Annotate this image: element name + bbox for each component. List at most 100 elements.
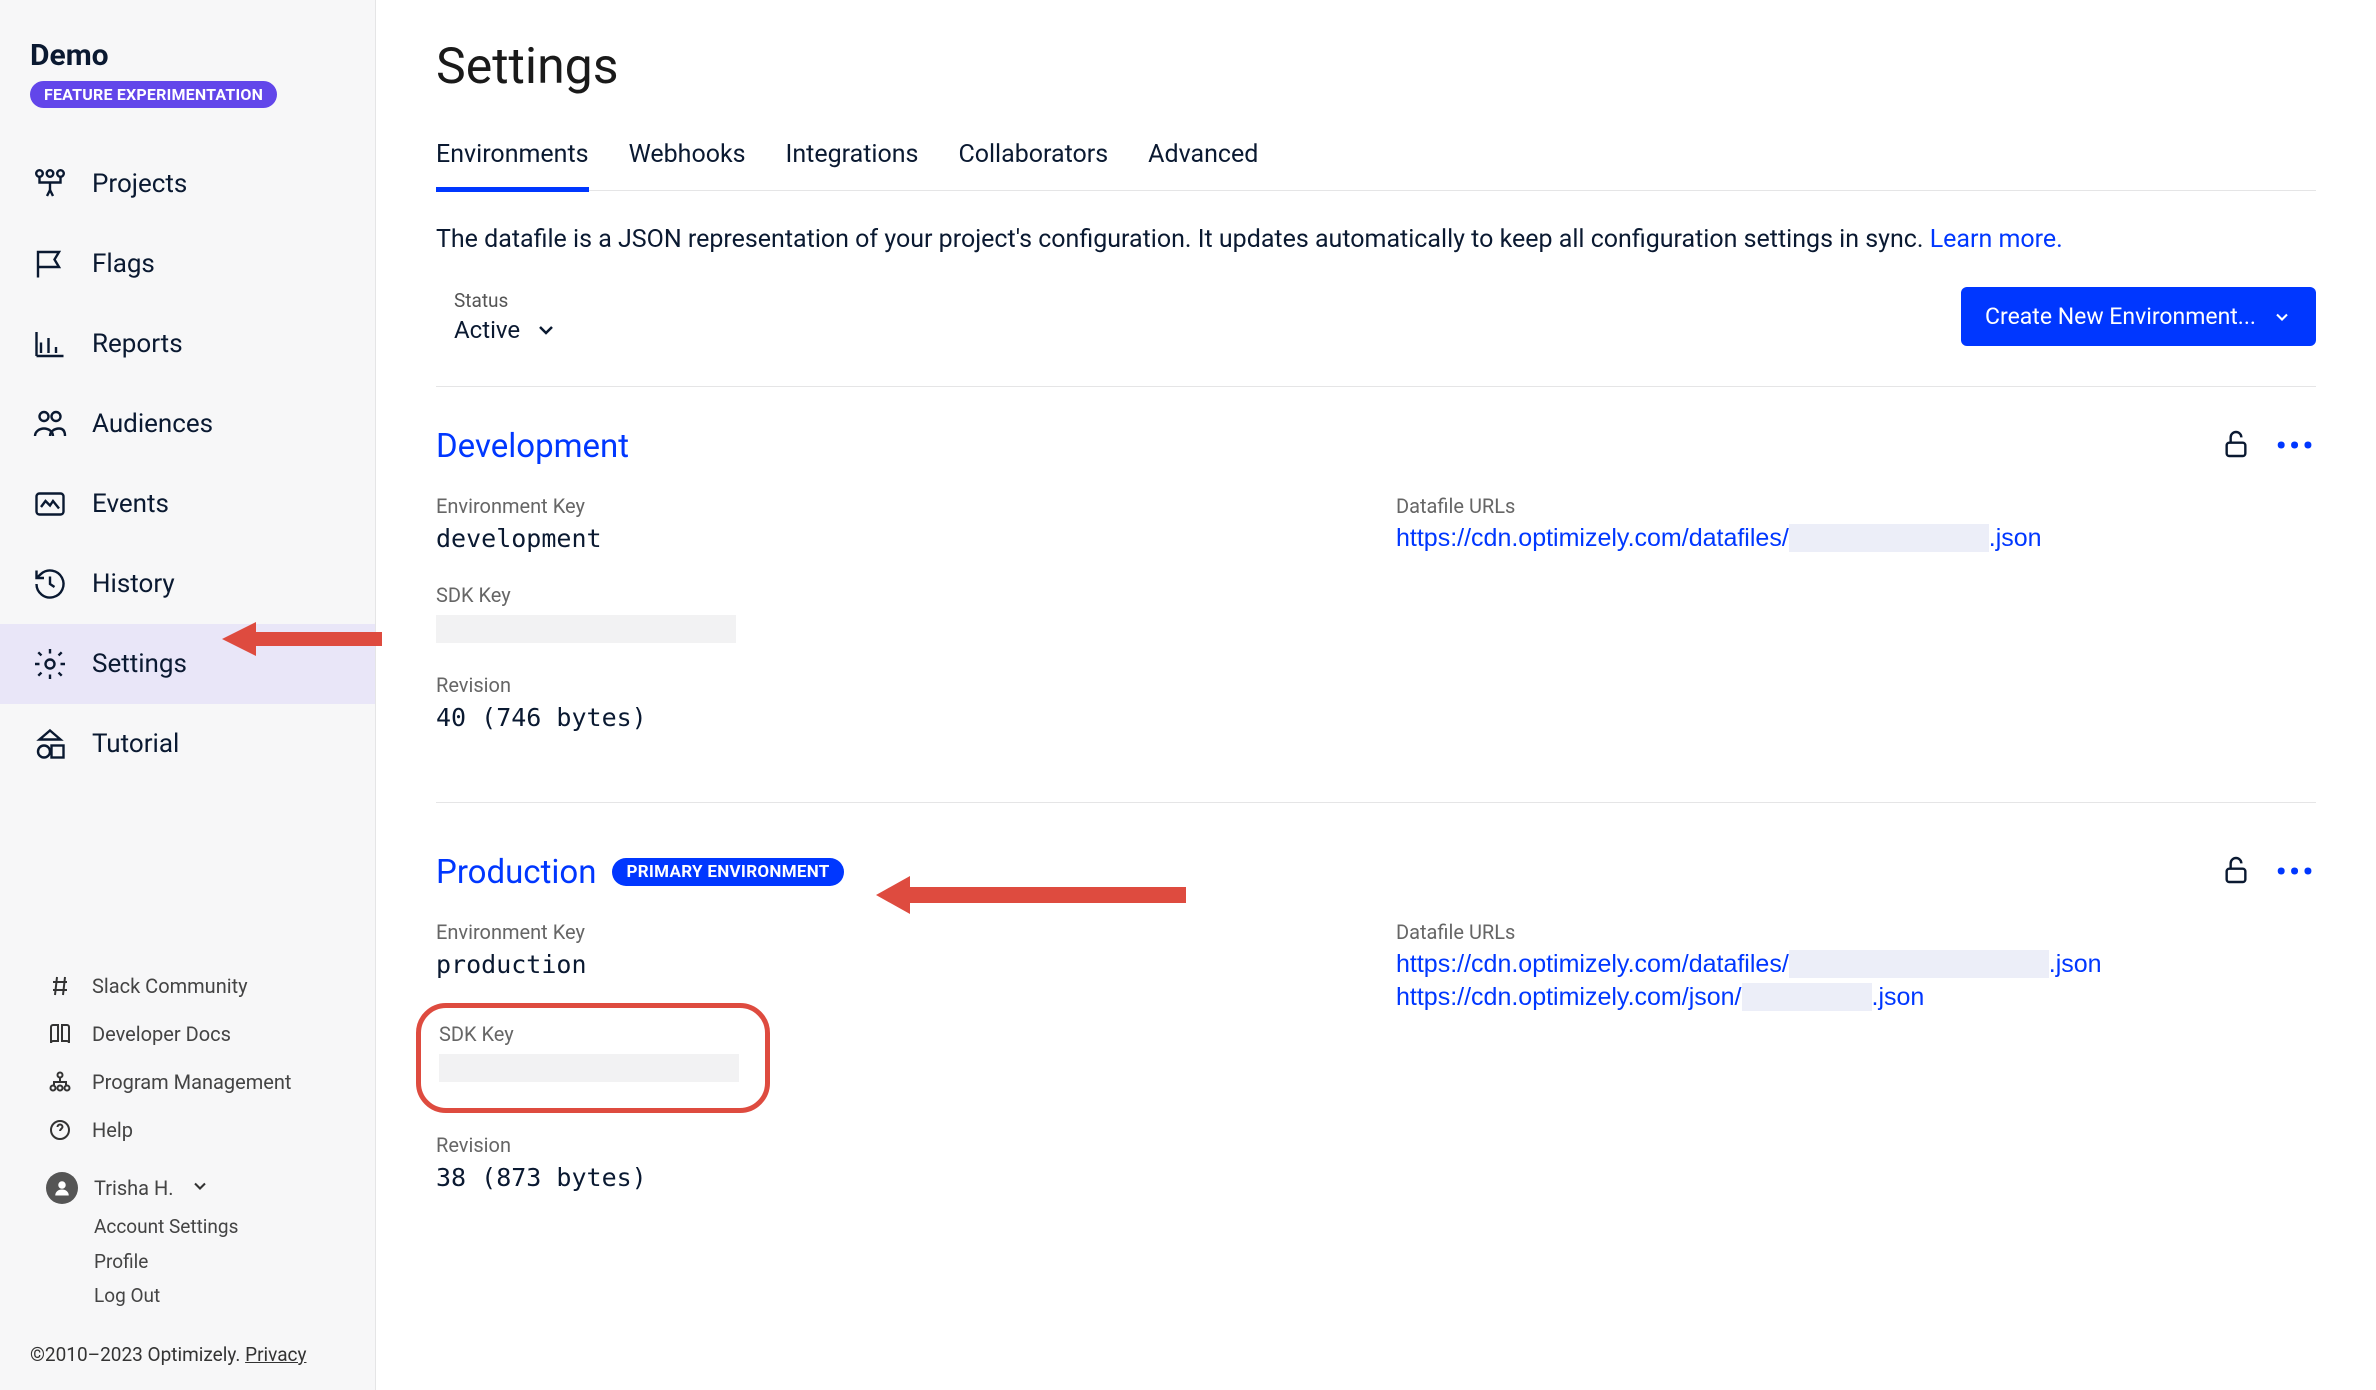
- user-link-logout[interactable]: Log Out: [94, 1279, 345, 1313]
- sidebar-item-settings[interactable]: Settings: [0, 624, 375, 704]
- learn-more-link[interactable]: Learn more.: [1930, 225, 2063, 254]
- redacted-segment: [1789, 950, 2049, 978]
- field-label-env-key: Environment Key: [436, 494, 1356, 518]
- redacted-segment: [1789, 524, 1989, 552]
- filter-value: Active: [454, 316, 520, 344]
- sidebar-item-events[interactable]: Events: [0, 464, 375, 544]
- datafile-url[interactable]: https://cdn.optimizely.com/json/ .json: [1396, 983, 2316, 1012]
- book-icon: [46, 1020, 74, 1048]
- field-label-sdk-key: SDK Key: [439, 1022, 739, 1046]
- page-title: Settings: [436, 38, 2316, 96]
- sdk-key-value: [439, 1052, 739, 1082]
- url-prefix: https://cdn.optimizely.com/datafiles/: [1396, 524, 1789, 553]
- audiences-icon: [30, 404, 70, 444]
- revision-value: 38 (873 bytes): [436, 1163, 1356, 1192]
- sidebar-item-tutorial[interactable]: Tutorial: [0, 704, 375, 784]
- environment-card-development: Development ••• Environment Key developm…: [436, 427, 2316, 803]
- url-suffix: .json: [2049, 950, 2102, 979]
- sidebar-link-docs[interactable]: Developer Docs: [46, 1010, 345, 1058]
- description-text: The datafile is a JSON representation of…: [436, 225, 1930, 254]
- sidebar-item-label: Audiences: [92, 409, 213, 439]
- footer: ©2010–2023 Optimizely. Privacy: [0, 1323, 375, 1390]
- copyright: ©2010–2023 Optimizely.: [30, 1343, 240, 1366]
- button-label: Create New Environment...: [1985, 303, 2256, 330]
- tab-collaborators[interactable]: Collaborators: [958, 126, 1108, 192]
- sidebar-link-help[interactable]: Help: [46, 1106, 345, 1154]
- redacted-segment: [1742, 983, 1872, 1011]
- avatar: [46, 1172, 78, 1204]
- user-link-profile[interactable]: Profile: [94, 1245, 345, 1279]
- chevron-down-icon[interactable]: [190, 1176, 210, 1201]
- revision-value: 40 (746 bytes): [436, 703, 1356, 732]
- field-label-datafile-urls: Datafile URLs: [1396, 494, 2316, 518]
- project-name: Demo: [30, 38, 345, 73]
- field-label-revision: Revision: [436, 673, 1356, 697]
- chevron-down-icon: [534, 318, 558, 342]
- sidebar-item-label: History: [92, 569, 175, 599]
- link-label: Developer Docs: [92, 1022, 231, 1046]
- field-label-datafile-urls: Datafile URLs: [1396, 920, 2316, 944]
- environment-key-value: development: [436, 524, 1356, 553]
- sidebar-link-program[interactable]: Program Management: [46, 1058, 345, 1106]
- environment-key-value: production: [436, 950, 1356, 979]
- environment-card-production: Production PRIMARY ENVIRONMENT ••• Envir…: [436, 853, 2316, 1262]
- sidebar-item-audiences[interactable]: Audiences: [0, 384, 375, 464]
- tab-webhooks[interactable]: Webhooks: [629, 126, 746, 192]
- sidebar-link-slack[interactable]: Slack Community: [46, 962, 345, 1010]
- sidebar-item-projects[interactable]: Projects: [0, 144, 375, 224]
- sidebar-item-label: Tutorial: [92, 729, 179, 759]
- product-badge: FEATURE EXPERIMENTATION: [30, 81, 277, 108]
- tabs: Environments Webhooks Integrations Colla…: [436, 126, 2316, 191]
- datafile-url[interactable]: https://cdn.optimizely.com/datafiles/ .js…: [1396, 950, 2316, 979]
- tab-environments[interactable]: Environments: [436, 126, 589, 192]
- unlock-icon[interactable]: [2220, 854, 2252, 890]
- primary-environment-badge: PRIMARY ENVIRONMENT: [612, 858, 843, 886]
- url-prefix: https://cdn.optimizely.com/json/: [1396, 983, 1742, 1012]
- field-label-sdk-key: SDK Key: [436, 583, 1356, 607]
- create-environment-button[interactable]: Create New Environment...: [1961, 287, 2316, 346]
- datafile-url[interactable]: https://cdn.optimizely.com/datafiles/ .js…: [1396, 524, 2316, 553]
- description: The datafile is a JSON representation of…: [436, 221, 2316, 259]
- more-menu-icon[interactable]: •••: [2276, 858, 2316, 886]
- sdk-key-value: [436, 613, 1356, 643]
- sidebar-item-reports[interactable]: Reports: [0, 304, 375, 384]
- user-link-account-settings[interactable]: Account Settings: [94, 1210, 345, 1244]
- annotation-highlight-sdk-key: SDK Key: [416, 1003, 770, 1113]
- sitemap-icon: [46, 1068, 74, 1096]
- filter-label: Status: [454, 289, 558, 312]
- link-label: Help: [92, 1118, 133, 1142]
- link-label: Slack Community: [92, 974, 248, 998]
- gear-icon: [30, 644, 70, 684]
- sidebar-item-label: Events: [92, 489, 169, 519]
- main-content: Settings Environments Webhooks Integrati…: [376, 0, 2376, 1390]
- tab-integrations[interactable]: Integrations: [786, 126, 919, 192]
- link-label: Program Management: [92, 1070, 291, 1094]
- field-label-revision: Revision: [436, 1133, 1356, 1157]
- more-menu-icon[interactable]: •••: [2276, 432, 2316, 460]
- sidebar-item-flags[interactable]: Flags: [0, 224, 375, 304]
- tab-advanced[interactable]: Advanced: [1148, 126, 1258, 192]
- projects-icon: [30, 164, 70, 204]
- status-filter[interactable]: Status Active: [436, 289, 558, 344]
- environment-name-link[interactable]: Production: [436, 853, 596, 892]
- sidebar-nav: Projects Flags Reports Audiences Events …: [0, 144, 375, 784]
- sidebar-item-label: Projects: [92, 169, 187, 199]
- sidebar-item-label: Flags: [92, 249, 155, 279]
- sidebar-item-label: Reports: [92, 329, 183, 359]
- url-suffix: .json: [1872, 983, 1925, 1012]
- flag-icon: [30, 244, 70, 284]
- sidebar-item-history[interactable]: History: [0, 544, 375, 624]
- tutorial-icon: [30, 724, 70, 764]
- history-icon: [30, 564, 70, 604]
- events-icon: [30, 484, 70, 524]
- user-name[interactable]: Trisha H.: [94, 1176, 174, 1200]
- url-suffix: .json: [1989, 524, 2042, 553]
- url-prefix: https://cdn.optimizely.com/datafiles/: [1396, 950, 1789, 979]
- sidebar-item-label: Settings: [92, 649, 187, 679]
- privacy-link[interactable]: Privacy: [245, 1343, 306, 1366]
- reports-icon: [30, 324, 70, 364]
- environment-name-link[interactable]: Development: [436, 427, 629, 466]
- hash-icon: [46, 972, 74, 1000]
- unlock-icon[interactable]: [2220, 428, 2252, 464]
- sidebar: Demo FEATURE EXPERIMENTATION Projects Fl…: [0, 0, 376, 1390]
